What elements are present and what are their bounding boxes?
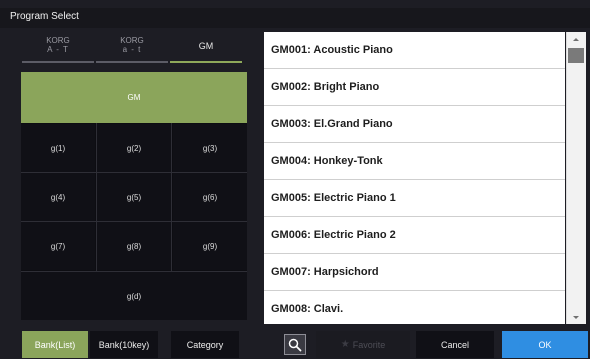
bank-cell-g1[interactable]: g(1) (21, 124, 95, 172)
bank-cell-g6[interactable]: g(6) (173, 173, 247, 221)
scroll-up-arrow-icon[interactable] (566, 32, 586, 46)
tab-gm[interactable]: GM (170, 35, 242, 65)
grid-divider (21, 221, 247, 222)
category-button[interactable]: Category (171, 331, 239, 358)
tab-underline-active (170, 61, 242, 63)
bank-cell-g5[interactable]: g(5) (97, 173, 171, 221)
tab-label-line2: A - T (47, 45, 69, 54)
scrollbar[interactable] (566, 32, 586, 324)
tab-underline (22, 61, 94, 63)
bank-cell-g8[interactable]: g(8) (97, 222, 171, 270)
program-select-dialog: Program Select KORG A - T KORG a - t GM … (0, 0, 590, 359)
program-row[interactable]: GM006: Electric Piano 2 (264, 217, 565, 253)
title-bar (0, 8, 590, 28)
grid-divider (21, 172, 247, 173)
bank-cell-g3[interactable]: g(3) (173, 124, 247, 172)
tab-label-line1: KORG (120, 36, 144, 45)
scrollbar-thumb[interactable] (568, 48, 584, 63)
bank-cell-g7[interactable]: g(7) (21, 222, 95, 270)
bank-cell-g4[interactable]: g(4) (21, 173, 95, 221)
program-row[interactable]: GM008: Clavi. (264, 291, 565, 327)
favorite-label: Favorite (352, 339, 386, 350)
tab-underline (96, 61, 168, 63)
program-row[interactable]: GM005: Electric Piano 1 (264, 180, 565, 216)
program-row[interactable]: GM003: El.Grand Piano (264, 106, 565, 142)
star-icon: ★ (340, 339, 350, 350)
tab-korg-lower[interactable]: KORG a - t (96, 35, 168, 65)
search-button[interactable] (284, 334, 306, 355)
grid-divider (171, 123, 172, 272)
ok-button[interactable]: OK (502, 331, 588, 358)
bank-10key-button[interactable]: Bank(10key) (90, 331, 158, 358)
grid-divider (96, 123, 97, 272)
tab-label: GM (198, 41, 214, 51)
program-row[interactable]: GM001: Acoustic Piano (264, 32, 565, 68)
bank-list-button[interactable]: Bank(List) (22, 331, 88, 358)
tab-label-line2: a - t (122, 45, 142, 54)
program-row[interactable]: GM004: Honkey-Tonk (264, 143, 565, 179)
tab-label-line1: KORG (46, 36, 70, 45)
search-icon (288, 338, 302, 351)
tab-korg-upper[interactable]: KORG A - T (22, 35, 94, 65)
bank-cell-gd[interactable]: g(d) (21, 272, 247, 320)
bank-cell-g9[interactable]: g(9) (173, 222, 247, 270)
favorite-button[interactable]: ★ Favorite (316, 331, 410, 358)
program-row[interactable]: GM002: Bright Piano (264, 69, 565, 105)
bank-cell-gm[interactable]: GM (21, 72, 247, 123)
cancel-button[interactable]: Cancel (416, 331, 494, 358)
grid-divider (21, 271, 247, 272)
window-title: Program Select (10, 11, 79, 22)
bank-cell-g2[interactable]: g(2) (97, 124, 171, 172)
scroll-down-arrow-icon[interactable] (566, 310, 586, 324)
program-row[interactable]: GM007: Harpsichord (264, 254, 565, 290)
